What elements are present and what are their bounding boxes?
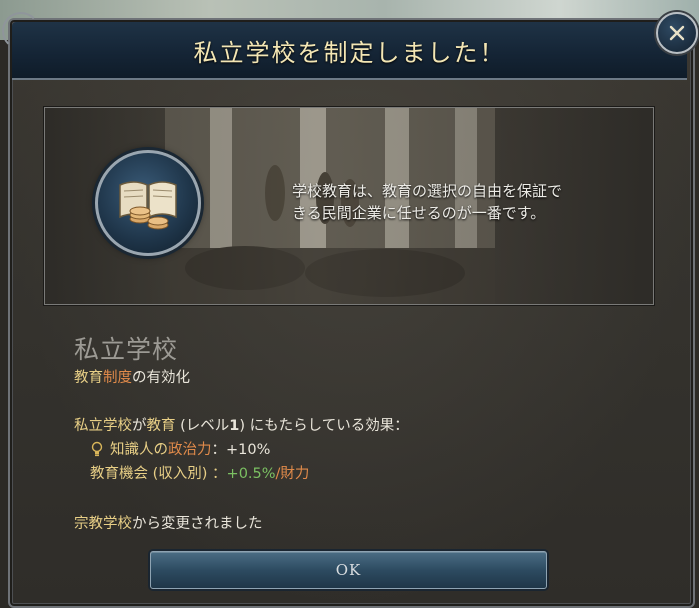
previous-law-link[interactable]: 宗教学校 (74, 516, 132, 532)
education-access-link[interactable]: 教育機会 (収入別) ： (90, 466, 227, 482)
effects-header-text: が (132, 418, 147, 434)
flavor-text-line: きる民間企業に任せるのが一番です。 (292, 204, 546, 222)
close-icon (669, 25, 685, 41)
dialog-title: 私立学校を制定しました！ (193, 38, 506, 67)
institution-level: 1 (229, 418, 240, 434)
ok-button[interactable]: OK (150, 551, 547, 589)
effects-header-text: ) にもたらしている効果： (239, 418, 409, 434)
effect-value: ：+10% (211, 442, 271, 458)
law-link[interactable]: 私立学校 (74, 418, 132, 434)
effects-header-text: (レベル (175, 418, 230, 434)
changed-from-text: から変更されました (132, 516, 263, 532)
political-strength-link[interactable]: 政治力 (168, 442, 212, 458)
law-category-line: 教育制度の有効化 (74, 366, 190, 387)
changed-from-line: 宗教学校から変更されました (74, 512, 263, 533)
institution-link[interactable]: 教育 (74, 370, 103, 386)
effect-value: +0.5% (226, 466, 276, 482)
flavor-text: 学校教育は、教育の選択の自由を保証で きる民間企業に任せるのが一番です。 (292, 180, 622, 224)
lightbulb-icon (91, 441, 103, 457)
effect-row: 教育機会 (収入別) ：+0.5%/財力 (90, 462, 309, 483)
book-coins-icon (119, 181, 177, 230)
law-category-suffix: の有効化 (132, 370, 190, 386)
close-button[interactable] (656, 12, 698, 54)
law-name: 私立学校 (74, 335, 179, 364)
flavor-text-line: 学校教育は、教育の選択の自由を保証で (292, 182, 563, 200)
wealth-link[interactable]: /財力 (276, 466, 310, 482)
effect-row: 知識人の政治力：+10% (90, 438, 270, 459)
pop-type-link[interactable]: 知識人の (110, 442, 168, 458)
effects-header: 私立学校が教育 (レベル1) にもたらしている効果： (74, 414, 409, 435)
dialog-title-bar: 私立学校を制定しました！ (12, 22, 687, 80)
institution-link[interactable]: 教育 (147, 418, 176, 434)
law-medallion (95, 150, 201, 256)
law-group-link[interactable]: 制度 (103, 370, 132, 386)
